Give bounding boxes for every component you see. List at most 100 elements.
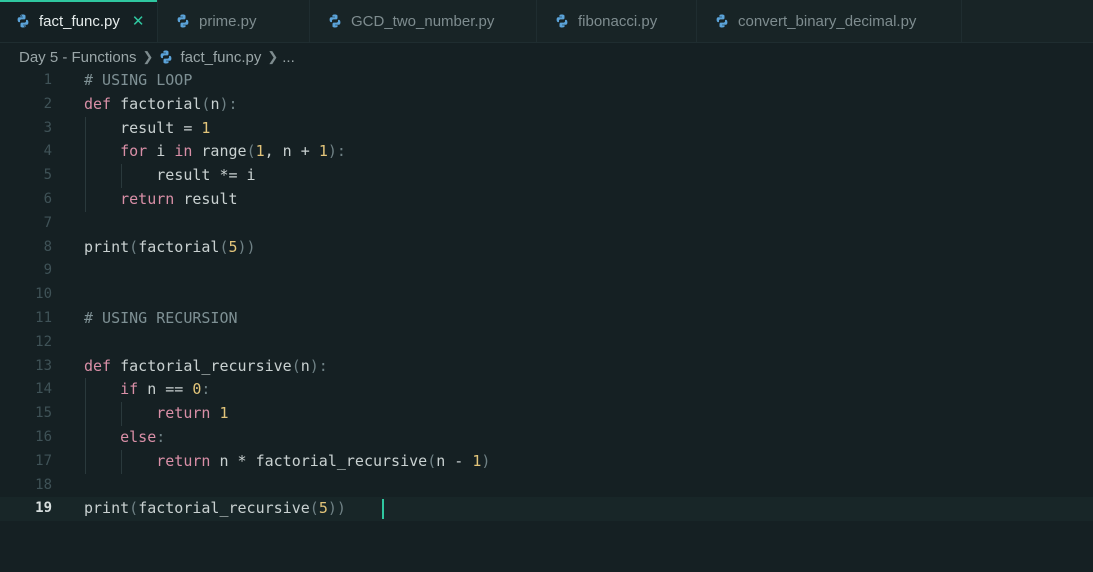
line-number: 17 <box>35 452 52 469</box>
python-icon <box>716 14 728 28</box>
line-number: 8 <box>43 238 52 255</box>
code-text: if n == 0: <box>84 378 210 402</box>
line-number: 11 <box>35 309 52 326</box>
code-token: return <box>84 451 220 470</box>
code-line[interactable]: 11 # USING RECURSION <box>0 307 1093 331</box>
line-number: 1 <box>43 72 52 88</box>
code-line[interactable]: 19 print(factorial_recursive(5)) <box>0 497 1093 522</box>
code-token: def <box>84 356 121 375</box>
line-number: 6 <box>43 190 52 207</box>
code-token: in <box>174 142 202 161</box>
code-token: 1 <box>219 404 229 423</box>
code-token: 1 <box>318 142 328 161</box>
code-token: result *= i <box>84 166 256 185</box>
code-token: # USING RECURSION <box>84 308 238 327</box>
line-number: 5 <box>43 167 52 184</box>
code-editor[interactable]: 1 # USING LOOP 2 def factorial(n): 3 result … <box>0 69 1093 522</box>
code-line[interactable]: 6 return result <box>0 188 1093 212</box>
tab-prime[interactable]: prime.py <box>158 0 310 42</box>
breadcrumb-file[interactable]: fact_func.py <box>180 49 261 66</box>
code-line[interactable]: 8 print(factorial(5)) <box>0 236 1093 260</box>
code-line[interactable]: 16 else: <box>0 426 1093 450</box>
code-token: # USING LOOP <box>84 71 193 89</box>
code-line[interactable]: 5 result *= i <box>0 164 1093 188</box>
line-number: 19 <box>35 500 52 517</box>
breadcrumb-folder[interactable]: Day 5 - Functions <box>19 49 137 66</box>
tab-label: fibonacci.py <box>578 12 658 30</box>
code-token: 5 <box>318 499 328 518</box>
python-icon <box>177 14 189 28</box>
code-token: i <box>156 142 175 161</box>
python-icon <box>17 14 29 28</box>
code-line[interactable]: 7 <box>0 212 1093 236</box>
tab-label: fact_func.py <box>39 12 120 30</box>
text-cursor <box>382 499 384 520</box>
code-token: ( <box>309 499 319 518</box>
code-line[interactable]: 13 def factorial_recursive(n): <box>0 355 1093 379</box>
line-number: 3 <box>43 119 52 136</box>
code-token: 1 <box>255 142 265 161</box>
code-text: else: <box>84 426 165 450</box>
code-token: factorial_recursive <box>255 451 428 470</box>
code-token: factorial_recursive <box>138 499 310 518</box>
code-token: 5 <box>228 237 238 256</box>
line-number: 9 <box>43 262 52 279</box>
line-number: 16 <box>35 428 52 445</box>
python-icon <box>161 50 172 64</box>
code-token: ( <box>246 142 256 161</box>
line-number: 2 <box>43 95 52 112</box>
code-line[interactable]: 10 <box>0 283 1093 307</box>
code-token: else <box>84 427 157 446</box>
code-line[interactable]: 17 return n * factorial_recursive(n - 1) <box>0 450 1093 474</box>
code-token: : <box>156 427 166 446</box>
code-token: factorial <box>138 237 220 256</box>
tab-label: prime.py <box>199 12 257 30</box>
close-icon[interactable]: ✕ <box>132 14 145 29</box>
code-token: ) <box>481 451 491 470</box>
indent-guide <box>85 378 86 474</box>
code-text: return result <box>84 188 238 212</box>
code-line[interactable]: 3 result = 1 <box>0 117 1093 141</box>
tab-fact-func[interactable]: fact_func.py ✕ <box>0 0 158 42</box>
code-text: # USING LOOP <box>84 69 192 93</box>
code-line[interactable]: 18 <box>0 474 1093 498</box>
code-token: )) <box>237 237 256 256</box>
indent-guide <box>121 164 123 188</box>
python-icon <box>329 14 341 28</box>
breadcrumb-more[interactable]: ... <box>282 49 295 66</box>
code-token: ( <box>219 237 229 256</box>
code-token: n - <box>436 451 473 470</box>
code-token: for <box>84 142 157 161</box>
tab-fibonacci[interactable]: fibonacci.py <box>537 0 697 42</box>
tab-gcd-two-number[interactable]: GCD_two_number.py <box>310 0 537 42</box>
code-token: result <box>183 189 238 208</box>
code-line[interactable]: 14 if n == 0: <box>0 378 1093 402</box>
code-token: range <box>201 142 247 161</box>
code-token: : <box>201 380 211 399</box>
code-text: result = 1 <box>84 117 210 141</box>
code-token: return <box>84 404 220 423</box>
code-token: print <box>84 237 130 256</box>
line-number: 18 <box>35 476 52 493</box>
code-line[interactable]: 9 <box>0 259 1093 283</box>
line-number: 4 <box>43 143 52 160</box>
code-token: n <box>300 356 310 375</box>
code-line[interactable]: 12 <box>0 331 1093 355</box>
code-text: for i in range(1, n + 1): <box>84 140 346 164</box>
line-number: 7 <box>43 214 52 231</box>
tab-bar: fact_func.py ✕ prime.py GCD_two_number.p… <box>0 0 1093 43</box>
code-text: def factorial(n): <box>84 93 238 117</box>
tab-convert-binary-decimal[interactable]: convert_binary_decimal.py <box>697 0 962 42</box>
code-line[interactable]: 4 for i in range(1, n + 1): <box>0 140 1093 164</box>
code-line[interactable]: 1 # USING LOOP <box>0 69 1093 93</box>
chevron-right-icon: ❯ <box>142 49 154 64</box>
breadcrumb: Day 5 - Functions ❯ fact_func.py ❯ ... <box>19 46 295 68</box>
code-line[interactable]: 2 def factorial(n): <box>0 93 1093 117</box>
code-token: print <box>84 499 130 518</box>
python-icon <box>556 14 568 28</box>
line-number: 10 <box>35 286 52 303</box>
code-line[interactable]: 15 return 1 <box>0 402 1093 426</box>
code-token: return <box>84 189 184 208</box>
code-text: return n * factorial_recursive(n - 1) <box>84 450 490 474</box>
chevron-right-icon: ❯ <box>267 49 279 64</box>
